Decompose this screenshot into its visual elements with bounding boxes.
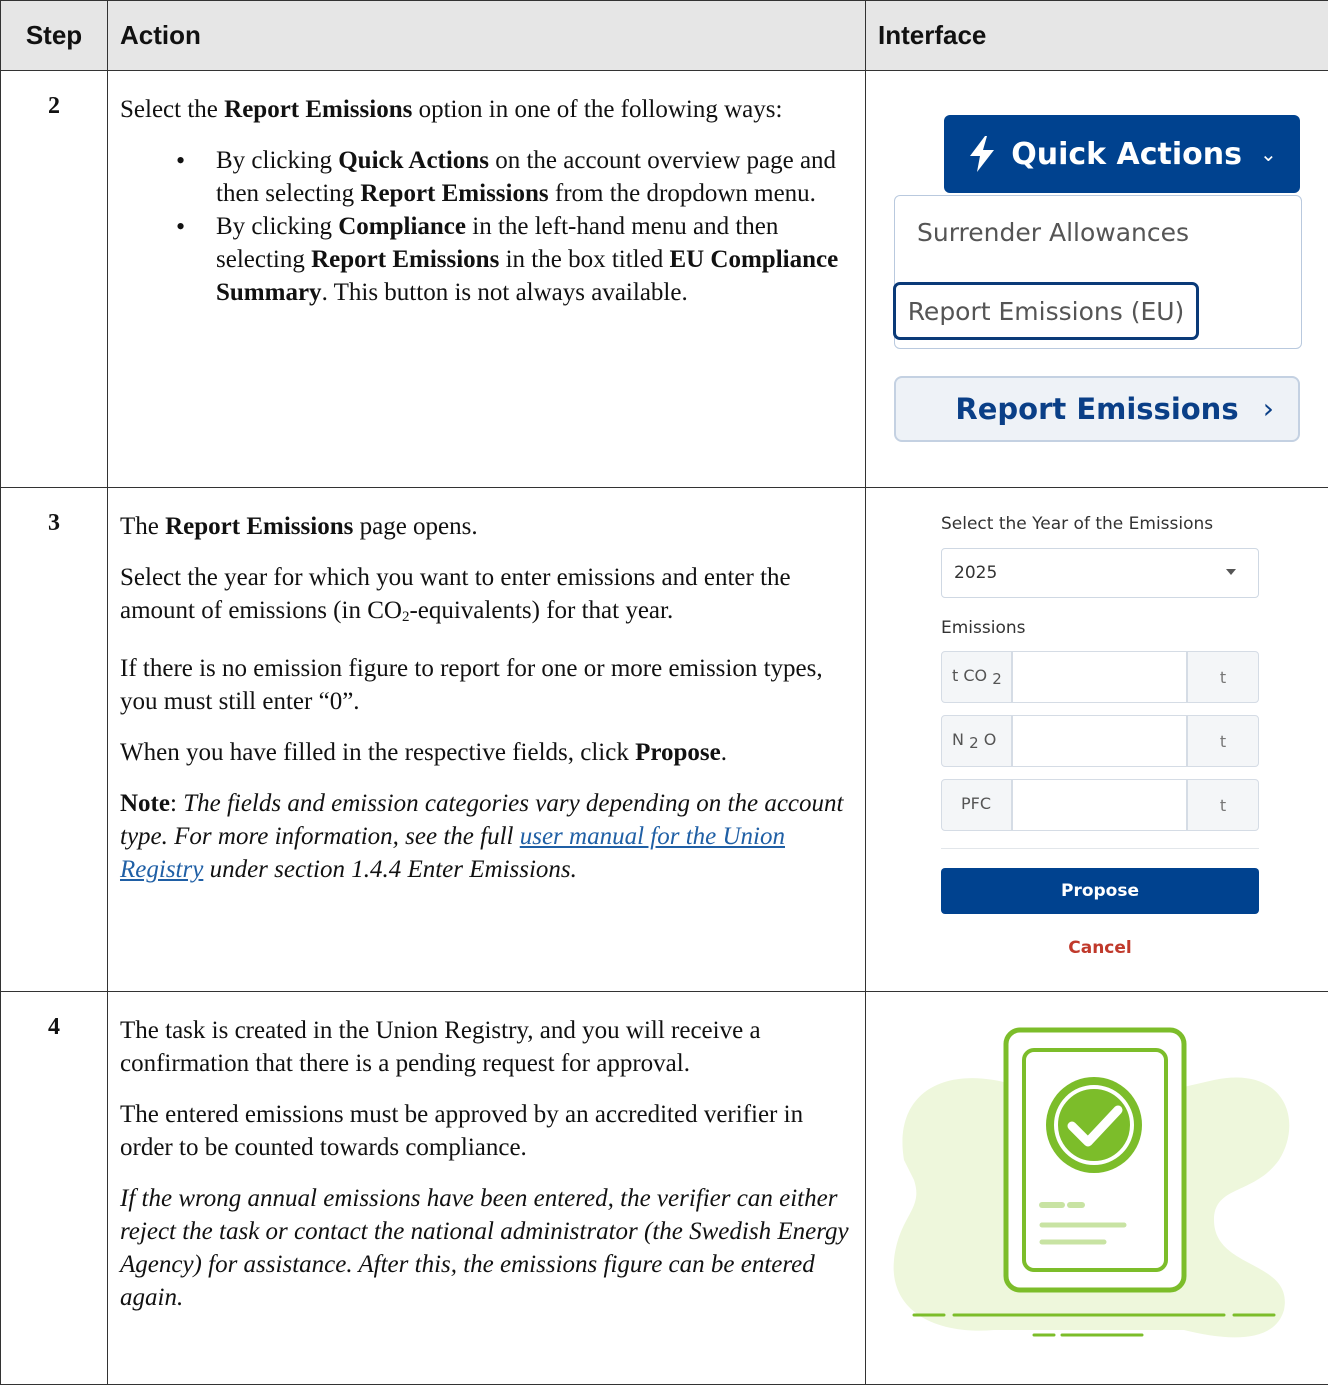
action-paragraph: Select the Report Emissions option in on…: [120, 93, 851, 126]
emissions-label: Emissions: [941, 618, 1026, 638]
checkmark-circle-icon: [884, 1010, 1304, 1360]
chevron-down-icon: ⌄: [1260, 142, 1277, 166]
menu-item-report-emissions[interactable]: Report Emissions (EU): [893, 282, 1199, 340]
year-select[interactable]: 2025: [941, 548, 1259, 598]
action-cell: The task is created in the Union Registr…: [108, 992, 866, 1385]
confirmation-illustration: [866, 992, 1328, 1384]
step-row-4: 4 The task is created in the Union Regis…: [1, 992, 1328, 1385]
note-paragraph: Note: The fields and emission categories…: [120, 787, 851, 886]
quick-actions-button[interactable]: Quick Actions ⌄: [944, 115, 1300, 193]
steps-table: Step Action Interface 2 Select the Repor…: [0, 0, 1328, 1385]
action-paragraph: If there is no emission figure to report…: [120, 652, 851, 718]
caret-down-icon: [1226, 569, 1236, 575]
action-paragraph: The Report Emissions page opens.: [120, 510, 851, 543]
emission-type-label: PFC: [941, 779, 1012, 831]
step-row-2: 2 Select the Report Emissions option in …: [1, 71, 1328, 488]
quick-actions-mock: Quick Actions ⌄ Surrender Allowances Rep…: [866, 71, 1328, 487]
unit-label: t: [1187, 715, 1259, 767]
propose-button[interactable]: Propose: [941, 868, 1259, 914]
step-number: 3: [1, 488, 108, 992]
year-label: Select the Year of the Emissions: [941, 514, 1213, 534]
action-paragraph: Select the year for which you want to en…: [120, 561, 851, 634]
action-cell: Select the Report Emissions option in on…: [108, 71, 866, 488]
header-step: Step: [1, 1, 108, 71]
action-paragraph: The entered emissions must be approved b…: [120, 1098, 851, 1164]
report-emissions-form-mock: Select the Year of the Emissions 2025 Em…: [866, 488, 1328, 991]
chevron-right-icon: ›: [1263, 392, 1274, 425]
emission-row-co2: t CO 2 t: [941, 651, 1259, 703]
cancel-button[interactable]: Cancel: [941, 938, 1259, 958]
list-item: By clicking Compliance in the left-hand …: [216, 210, 851, 309]
header-row: Step Action Interface: [1, 1, 1328, 71]
interface-cell: Quick Actions ⌄ Surrender Allowances Rep…: [866, 71, 1328, 488]
step-row-3: 3 The Report Emissions page opens. Selec…: [1, 488, 1328, 992]
list-item: By clicking Quick Actions on the account…: [216, 144, 851, 210]
divider: [941, 848, 1259, 849]
header-interface: Interface: [866, 1, 1328, 71]
action-paragraph: When you have filled in the respective f…: [120, 736, 851, 769]
quick-actions-dropdown: Surrender Allowances Report Emissions (E…: [894, 195, 1302, 349]
interface-cell: [866, 992, 1328, 1385]
unit-label: t: [1187, 779, 1259, 831]
action-cell: The Report Emissions page opens. Select …: [108, 488, 866, 992]
emission-input[interactable]: [1012, 715, 1187, 767]
header-action: Action: [108, 1, 866, 71]
emission-input[interactable]: [1012, 651, 1187, 703]
emission-row-pfc: PFC t: [941, 779, 1259, 831]
options-list: By clicking Quick Actions on the account…: [120, 144, 851, 309]
emission-input[interactable]: [1012, 779, 1187, 831]
emission-type-label: t CO 2: [941, 651, 1012, 703]
interface-cell: Select the Year of the Emissions 2025 Em…: [866, 488, 1328, 992]
step-number: 4: [1, 992, 108, 1385]
action-paragraph: The task is created in the Union Registr…: [120, 1014, 851, 1080]
emission-row-n2o: N 2 O t: [941, 715, 1259, 767]
emission-type-label: N 2 O: [941, 715, 1012, 767]
lightning-bolt-icon: [967, 136, 997, 172]
report-emissions-button[interactable]: Report Emissions ›: [894, 376, 1300, 442]
action-paragraph: If the wrong annual emissions have been …: [120, 1182, 851, 1314]
step-number: 2: [1, 71, 108, 488]
unit-label: t: [1187, 651, 1259, 703]
menu-item-surrender-allowances[interactable]: Surrender Allowances: [917, 218, 1189, 247]
